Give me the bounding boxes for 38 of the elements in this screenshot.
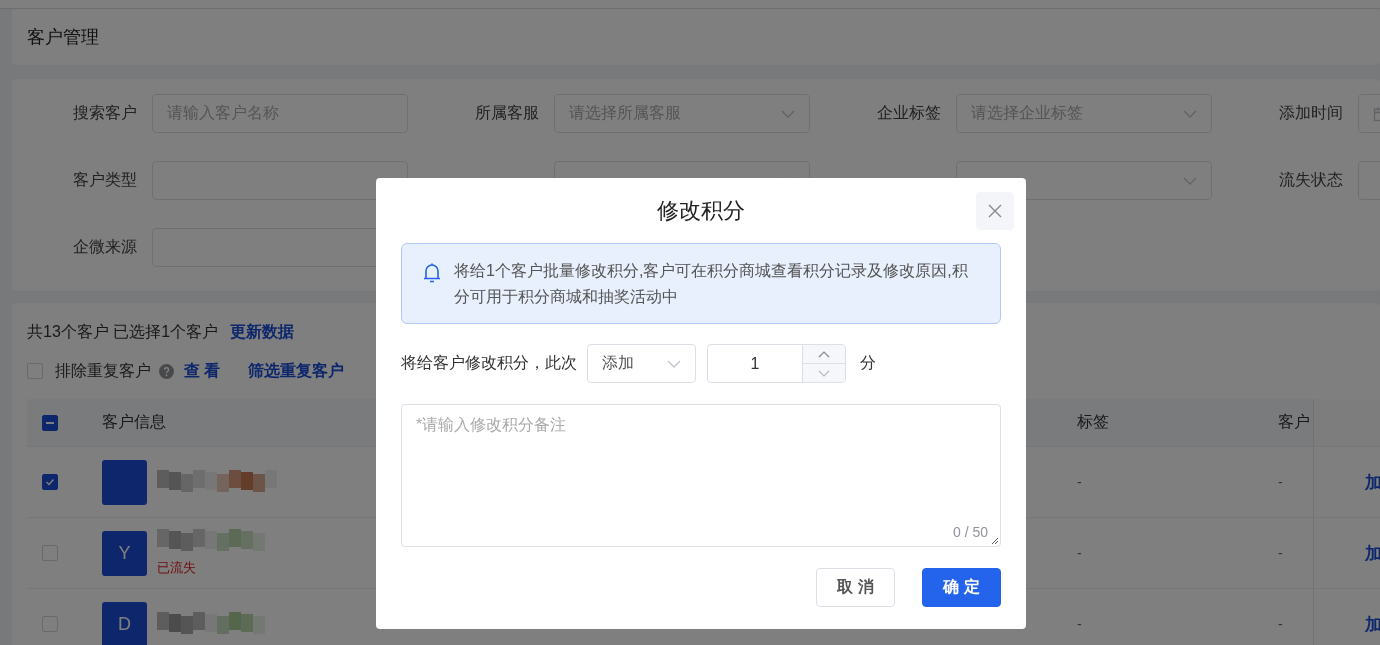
column-header: 标签 [1077, 412, 1109, 432]
checkbox-label: 排除重复客户 [55, 360, 151, 381]
char-counter: 0 / 50 [952, 524, 988, 540]
operation-select[interactable]: 添加 [587, 344, 696, 383]
filter-label: 客户类型 [72, 170, 137, 190]
filter-label: 企业标签 [876, 103, 941, 123]
view-link[interactable]: 查 看 [184, 360, 221, 382]
table-cell: - [1077, 474, 1082, 490]
action-link[interactable]: 加 [1329, 541, 1380, 565]
table-cell: - [1077, 616, 1082, 632]
page-title: 客户管理 [27, 26, 99, 49]
cancel-button[interactable]: 取 消 [816, 568, 895, 607]
filter-label: 所属客服 [474, 103, 539, 123]
table-cell: - [1278, 545, 1283, 561]
notice-text: 将给1个客户批量修改积分,客户可在积分商城查看积分记录及修改原因,积分可用于积分商城和抽奖活动中 [454, 261, 969, 307]
table-cell: - [1278, 616, 1283, 632]
status-text: 已流失 [157, 559, 197, 577]
prompt-text: 将给客户修改积分，此次 [401, 353, 577, 373]
column-header: 客户信息 [102, 412, 166, 432]
column-header: 客户 [1278, 412, 1310, 432]
filter-label: 流失状态 [1278, 170, 1343, 190]
confirm-button[interactable]: 确 定 [922, 568, 1001, 607]
number-input[interactable]: 1 [707, 344, 846, 383]
refresh-link[interactable]: 更新数据 [230, 321, 295, 343]
dialog-title: 修改积分 [657, 196, 745, 225]
table-cell: - [1278, 474, 1283, 490]
filter-label: 企微来源 [72, 237, 137, 257]
filter-duplicates-link[interactable]: 筛选重复客户 [248, 360, 345, 382]
avatar: Y [102, 530, 147, 576]
summary-text: 共13个客户 已选择1个客户 [27, 321, 219, 342]
unit-text: 分 [860, 353, 876, 373]
filter-label: 搜索客户 [72, 103, 137, 123]
action-link[interactable]: 加 [1329, 612, 1380, 636]
action-link[interactable]: 加 [1329, 470, 1380, 494]
remark-textarea[interactable]: *请输入修改积分备注 0 / 50 [401, 404, 1001, 547]
table-cell: - [1077, 545, 1082, 561]
filter-label: 添加时间 [1278, 103, 1343, 123]
avatar: D [102, 601, 147, 645]
